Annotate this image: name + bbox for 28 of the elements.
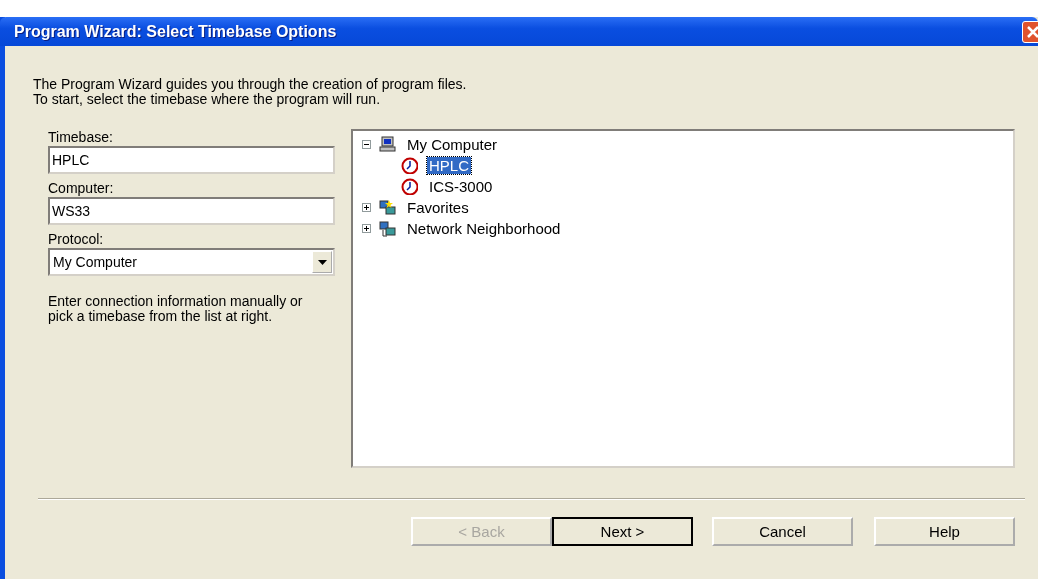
field-label: Timebase: bbox=[48, 129, 114, 144]
field-label: Computer: bbox=[48, 180, 115, 195]
wizard-button[interactable]: Cancel bbox=[712, 517, 853, 546]
intro-text: The Program Wizard guides you through the creation of program files. bbox=[33, 77, 468, 92]
clock-icon bbox=[401, 157, 418, 174]
field-label: Protocol: bbox=[48, 231, 105, 246]
tree-item[interactable]: HPLC bbox=[427, 157, 471, 174]
network-computers-icon bbox=[379, 220, 396, 237]
intro-text: To start, select the timebase where the program will run. bbox=[33, 92, 382, 107]
wizard-button[interactable]: Next > bbox=[552, 517, 693, 546]
network-computers-icon bbox=[379, 199, 396, 216]
tree-item[interactable]: ICS-3000 bbox=[427, 178, 495, 195]
hint-text: Enter connection information manually or pick a timebase from the list at right. bbox=[48, 294, 304, 324]
expand-icon[interactable] bbox=[362, 224, 371, 233]
computer-icon bbox=[379, 136, 396, 153]
close-button[interactable] bbox=[1022, 20, 1038, 43]
clock-icon bbox=[401, 178, 418, 195]
close-icon bbox=[1026, 24, 1038, 39]
tree-item[interactable]: Network Neighborhood bbox=[405, 220, 563, 237]
tree-item[interactable]: Favorites bbox=[405, 199, 471, 216]
protocol-dropdown[interactable]: My Computer bbox=[48, 248, 335, 276]
tree-item[interactable]: My Computer bbox=[405, 136, 500, 153]
wizard-button[interactable]: Help bbox=[874, 517, 1015, 546]
collapse-icon[interactable] bbox=[362, 140, 371, 149]
text-field[interactable]: HPLC bbox=[48, 146, 335, 174]
text-field[interactable]: WS33 bbox=[48, 197, 335, 225]
window-title: Program Wizard: Select Timebase Options bbox=[14, 22, 337, 41]
expand-icon[interactable] bbox=[362, 203, 371, 212]
